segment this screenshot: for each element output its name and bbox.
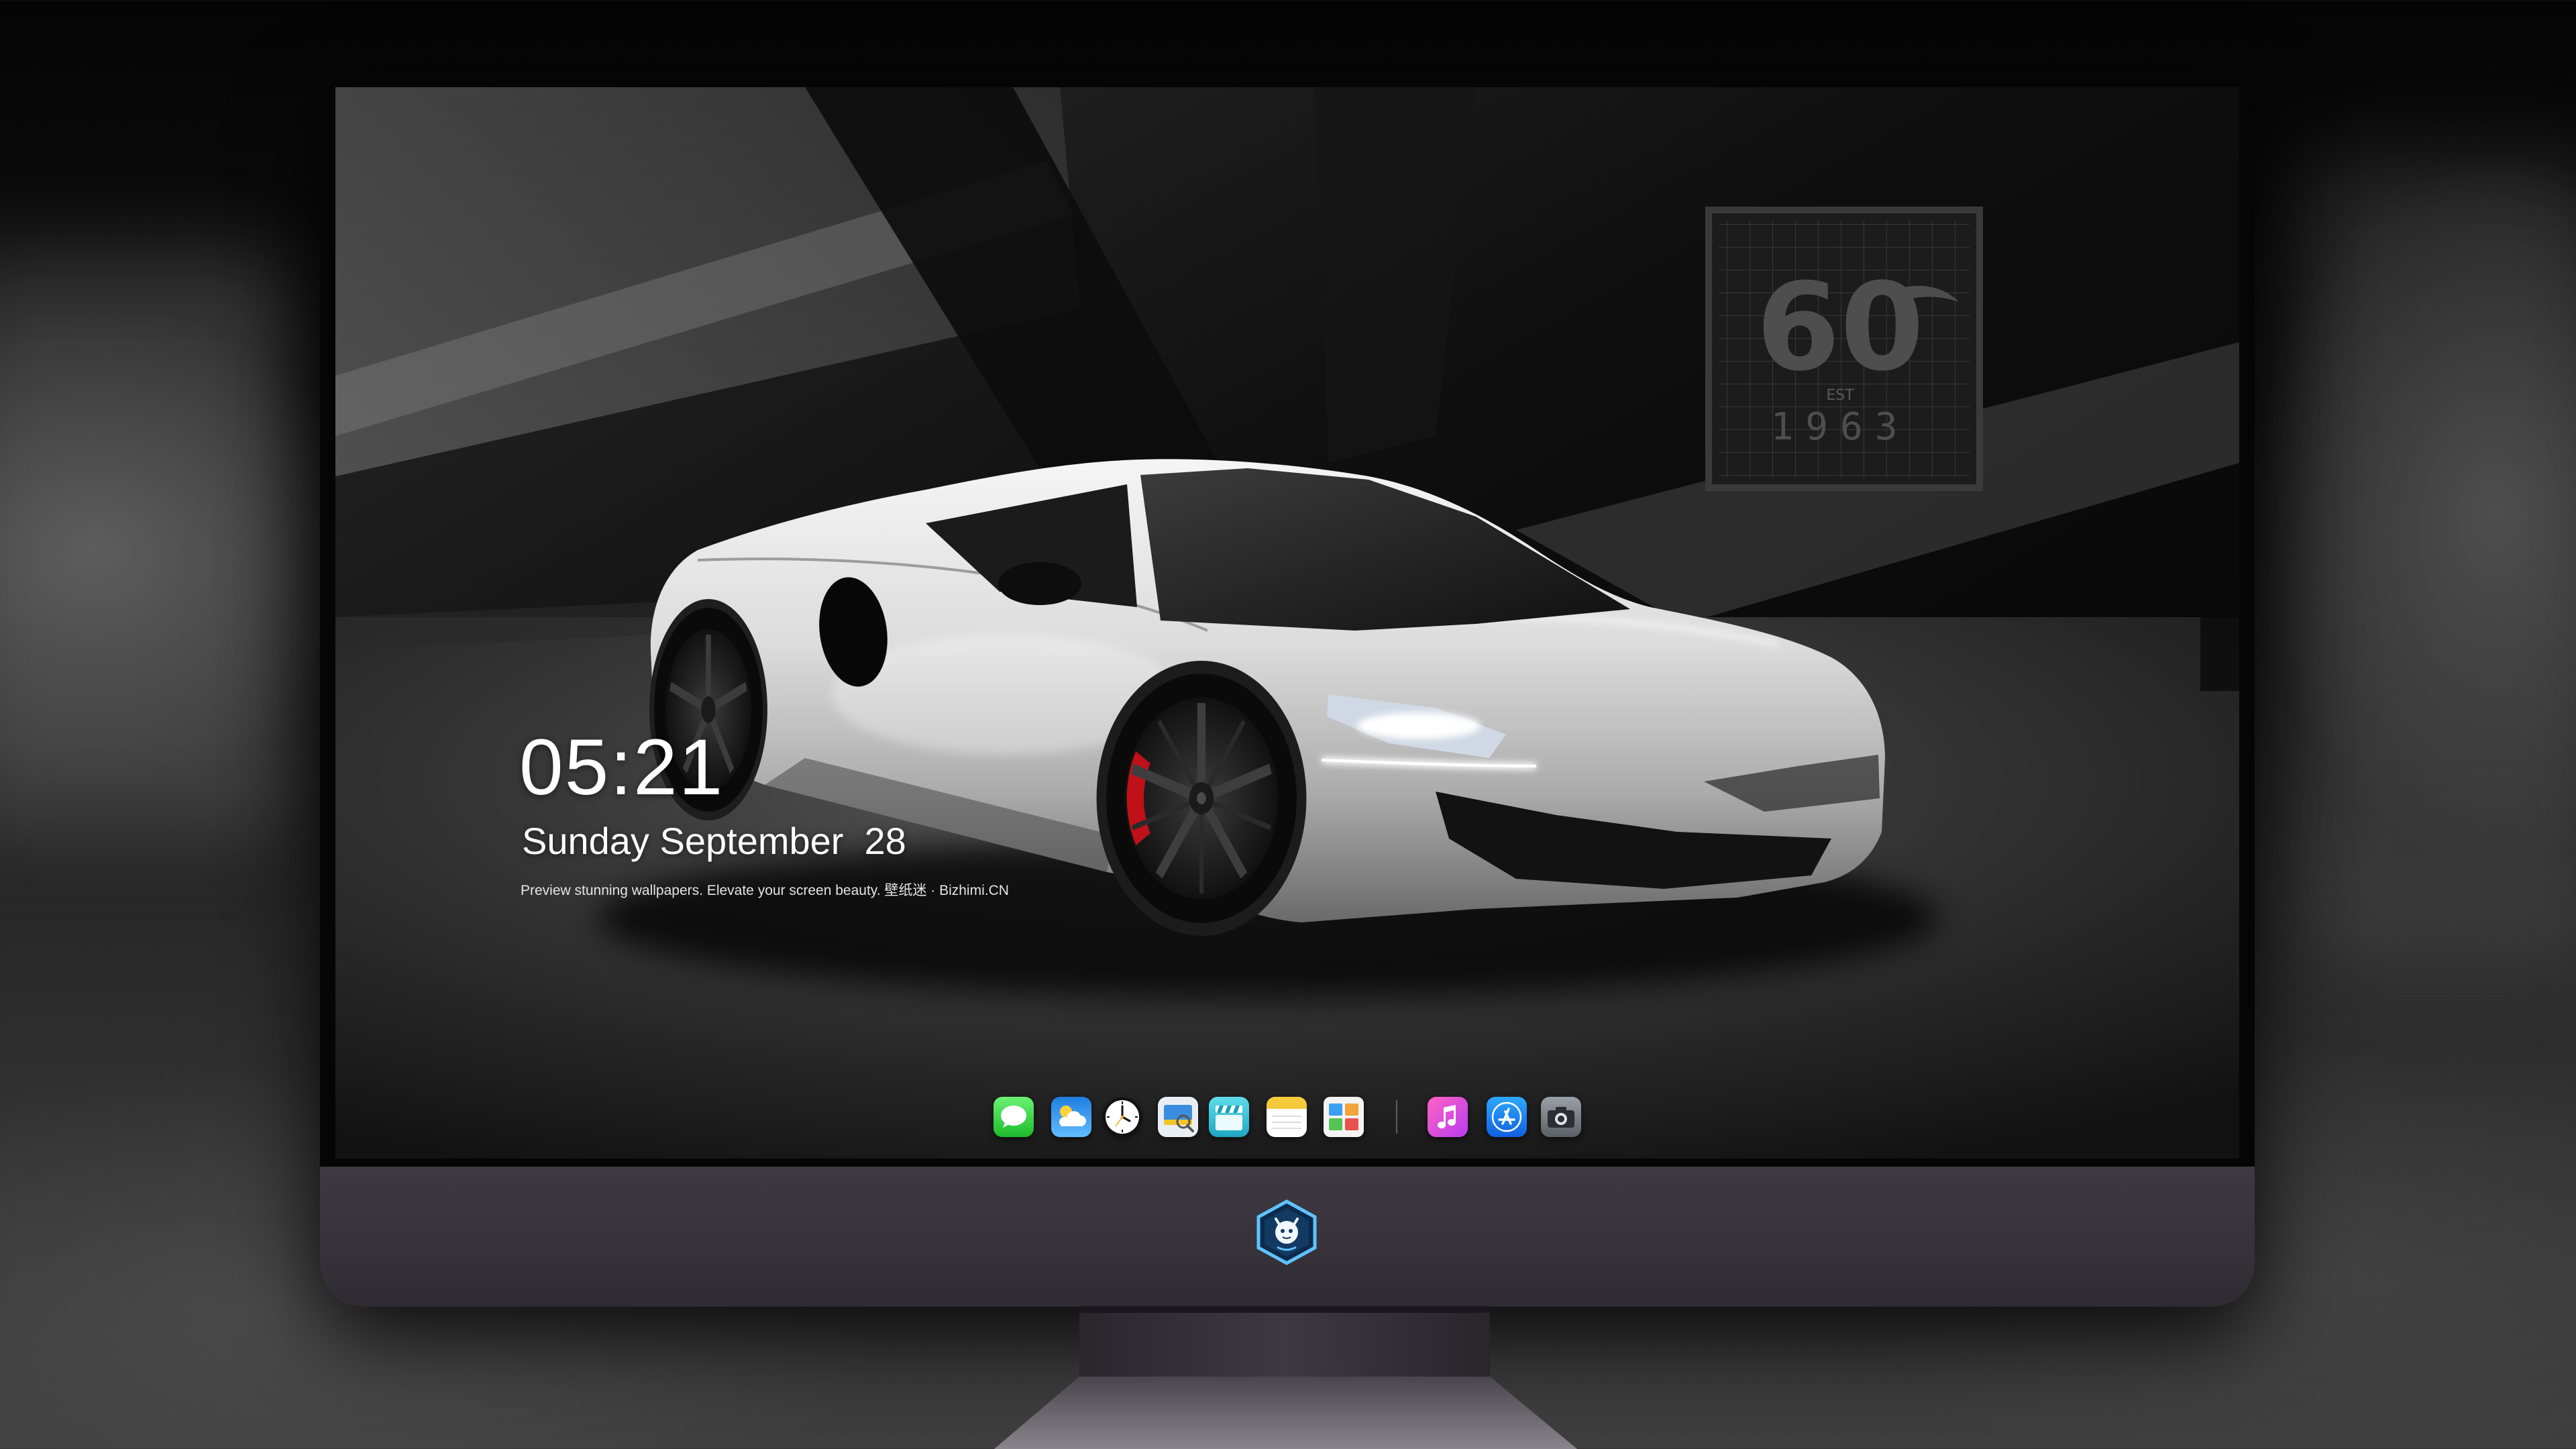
wallpaper-tagline: Preview stunning wallpapers. Elevate you… [521,883,1009,898]
car-mirror [998,562,1081,605]
monitor: 60 EST 1963 05:21 Sunday September 28 Pr… [320,72,2255,1307]
wallpaper-sign: 60 EST 1963 [1705,207,1983,491]
dragon-logo-icon [1253,1199,1320,1266]
music-icon[interactable] [1428,1097,1468,1137]
notes-icon[interactable] [1267,1097,1307,1137]
monitor-stand [994,1306,1577,1449]
photo-grid-icon[interactable] [1324,1097,1364,1137]
monitor-chin [320,1167,2255,1307]
dock-separator [1396,1100,1397,1134]
background-blur-left [0,255,295,832]
preview-icon[interactable] [1158,1097,1198,1137]
desktop-screen: 60 EST 1963 05:21 Sunday September 28 Pr… [335,87,2239,1159]
lock-clock-date: Sunday September 28 [522,820,906,862]
car-front-wheel [1096,661,1307,936]
sign-year: 1963 [1771,405,1910,449]
camera-icon[interactable] [1541,1097,1581,1137]
sign-number: 60 [1756,258,1925,398]
weather-icon[interactable] [1051,1097,1091,1137]
lock-clock-time: 05:21 [519,723,724,812]
clapperboard-icon[interactable] [1209,1097,1249,1137]
clock-icon[interactable] [1102,1097,1142,1137]
app-store-icon[interactable] [1487,1097,1527,1137]
sign-est: EST [1826,387,1854,404]
messages-icon[interactable] [994,1097,1034,1137]
wallpaper: 60 EST 1963 [335,87,2239,1159]
background-blur-right [2301,161,2576,966]
